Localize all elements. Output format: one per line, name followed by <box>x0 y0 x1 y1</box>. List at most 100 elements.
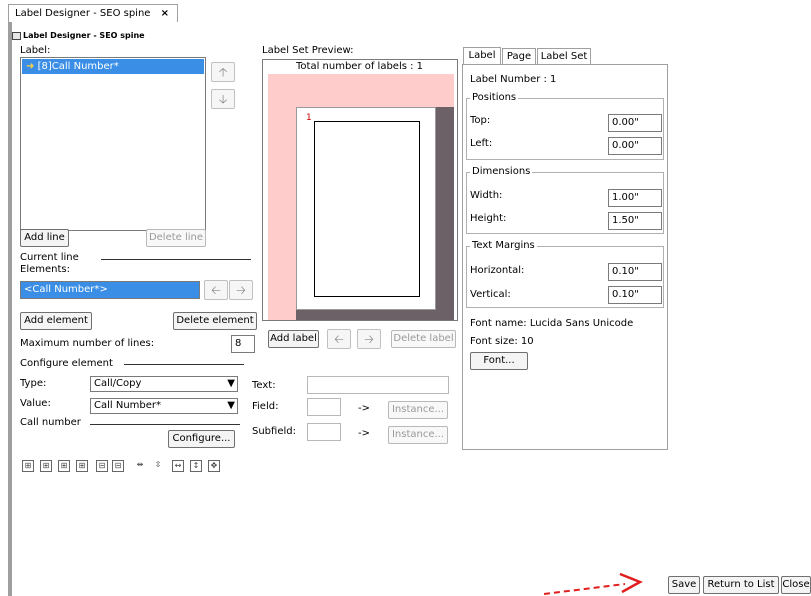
width-label: Width: <box>470 190 503 201</box>
tab-label-set[interactable]: Label Set <box>537 48 591 65</box>
positions-title: Positions <box>470 92 519 103</box>
top-input[interactable]: 0.00" <box>608 114 662 132</box>
app-icon <box>12 31 21 40</box>
chevron-down-icon: ▼ <box>227 378 235 389</box>
max-lines-input[interactable]: 8 <box>231 335 255 353</box>
height-label: Height: <box>470 213 507 224</box>
configure-button[interactable]: Configure... <box>168 430 235 448</box>
space-vertical-icon[interactable]: ⇳ <box>152 460 164 472</box>
arrow-left-icon: 🡠 <box>211 283 221 297</box>
document-tab[interactable]: Label Designer - SEO spine × <box>8 4 178 22</box>
window-titlebar: Label Designer - SEO spine <box>12 31 262 41</box>
close-button[interactable]: Close <box>781 576 811 594</box>
text-margins-title: Text Margins <box>470 240 537 251</box>
max-lines-label: Maximum number of lines: <box>20 338 155 349</box>
value-select[interactable]: Call Number* ▼ <box>90 398 238 414</box>
field-label: Field: <box>252 401 279 412</box>
same-size-icon[interactable]: ✥ <box>208 460 220 472</box>
list-item-label: [8]Call Number* <box>37 61 119 72</box>
arrow-right-icon: 🡢 <box>236 283 246 297</box>
font-size: Font size: 10 <box>470 336 534 347</box>
value-value: Call Number* <box>94 400 162 411</box>
label-number: Label Number : 1 <box>470 74 557 85</box>
window-title: Label Designer - SEO spine <box>23 31 145 40</box>
vertical-label: Vertical: <box>470 289 511 300</box>
elements-input[interactable]: <Call Number*> <box>20 281 200 299</box>
align-center-icon[interactable]: ⊞ <box>40 460 52 472</box>
elements-label: Elements: <box>20 264 70 275</box>
align-left-icon[interactable]: ⊞ <box>22 460 34 472</box>
font-name: Font name: Lucida Sans Unicode <box>470 318 634 329</box>
tab-close-icon[interactable]: × <box>161 5 169 23</box>
same-height-icon[interactable]: ↕ <box>190 460 202 472</box>
tab-page[interactable]: Page <box>502 48 536 65</box>
font-button[interactable]: Font... <box>470 352 528 370</box>
current-line-label: Current line <box>20 252 79 263</box>
align-bottom-icon[interactable]: ⊞ <box>76 460 88 472</box>
left-input[interactable]: 0.00" <box>608 137 662 155</box>
field-arrow: -> <box>358 403 370 414</box>
type-value: Call/Copy <box>94 378 142 389</box>
preview-label-1[interactable] <box>314 121 420 297</box>
return-to-list-button[interactable]: Return to List <box>703 576 779 594</box>
label-right-button[interactable]: 🡢 <box>357 329 381 349</box>
horizontal-label: Horizontal: <box>470 265 525 276</box>
label-lines-list[interactable]: ➜ [8]Call Number* <box>20 57 206 231</box>
divider <box>124 364 244 365</box>
move-down-button[interactable]: 🡣 <box>211 89 235 109</box>
label-heading: Label: <box>20 45 51 56</box>
add-line-button[interactable]: Add line <box>20 229 69 247</box>
arrow-right-icon: ➜ <box>26 61 35 72</box>
delete-line-button[interactable]: Delete line <box>146 229 206 247</box>
subfield-label: Subfield: <box>252 426 296 437</box>
total-labels: Total number of labels : 1 <box>296 61 424 72</box>
delete-element-button[interactable]: Delete element <box>173 312 257 330</box>
add-label-button[interactable]: Add label <box>268 330 319 348</box>
arrow-left-icon: 🡠 <box>334 332 344 346</box>
element-left-button[interactable]: 🡠 <box>204 280 228 300</box>
tab-title: Label Designer - SEO spine <box>15 8 151 19</box>
arrow-right-icon: 🡢 <box>364 332 374 346</box>
label-index: 1 <box>306 113 312 123</box>
preview-margin-bottom <box>296 310 454 320</box>
type-label: Type: <box>20 378 47 389</box>
same-width-icon[interactable]: ↔ <box>172 460 184 472</box>
vertical-input[interactable]: 0.10" <box>608 286 662 304</box>
tab-label[interactable]: Label <box>463 47 501 65</box>
text-label: Text: <box>252 380 276 391</box>
type-select[interactable]: Call/Copy ▼ <box>90 376 238 392</box>
preview-margin-right <box>436 107 454 310</box>
subfield-arrow: -> <box>358 428 370 439</box>
preview-heading: Label Set Preview: <box>262 45 354 56</box>
value-label: Value: <box>20 398 51 409</box>
top-label: Top: <box>470 115 491 126</box>
annotation-arrow-icon <box>543 572 643 595</box>
divider <box>101 259 251 260</box>
width-input[interactable]: 1.00" <box>608 189 662 207</box>
add-element-button[interactable]: Add element <box>20 312 92 330</box>
label-left-button[interactable]: 🡠 <box>327 329 351 349</box>
dimensions-title: Dimensions <box>470 166 533 177</box>
configure-element-label: Configure element <box>20 358 113 369</box>
align-right-icon[interactable]: ⊞ <box>58 460 70 472</box>
subfield-input[interactable] <box>307 423 341 441</box>
list-item[interactable]: ➜ [8]Call Number* <box>22 59 204 74</box>
move-up-button[interactable]: 🡡 <box>211 62 235 82</box>
text-input[interactable] <box>307 376 449 394</box>
height-input[interactable]: 1.50" <box>608 212 662 230</box>
element-right-button[interactable]: 🡢 <box>229 280 253 300</box>
instance-button-1[interactable]: Instance... <box>388 401 448 419</box>
arrow-up-icon: 🡡 <box>218 65 228 79</box>
space-horizontal-icon[interactable]: ⇹ <box>134 460 146 472</box>
center-vertical-icon[interactable]: ⊟ <box>112 460 124 472</box>
arrow-down-icon: 🡣 <box>218 92 228 106</box>
left-label: Left: <box>470 138 493 149</box>
field-input[interactable] <box>307 398 341 416</box>
save-button[interactable]: Save <box>668 576 700 594</box>
delete-label-button[interactable]: Delete label <box>391 330 456 348</box>
chevron-down-icon: ▼ <box>227 400 235 411</box>
center-horizontal-icon[interactable]: ⊟ <box>96 460 108 472</box>
instance-button-2[interactable]: Instance... <box>388 426 448 444</box>
divider <box>90 424 240 425</box>
horizontal-input[interactable]: 0.10" <box>608 263 662 281</box>
